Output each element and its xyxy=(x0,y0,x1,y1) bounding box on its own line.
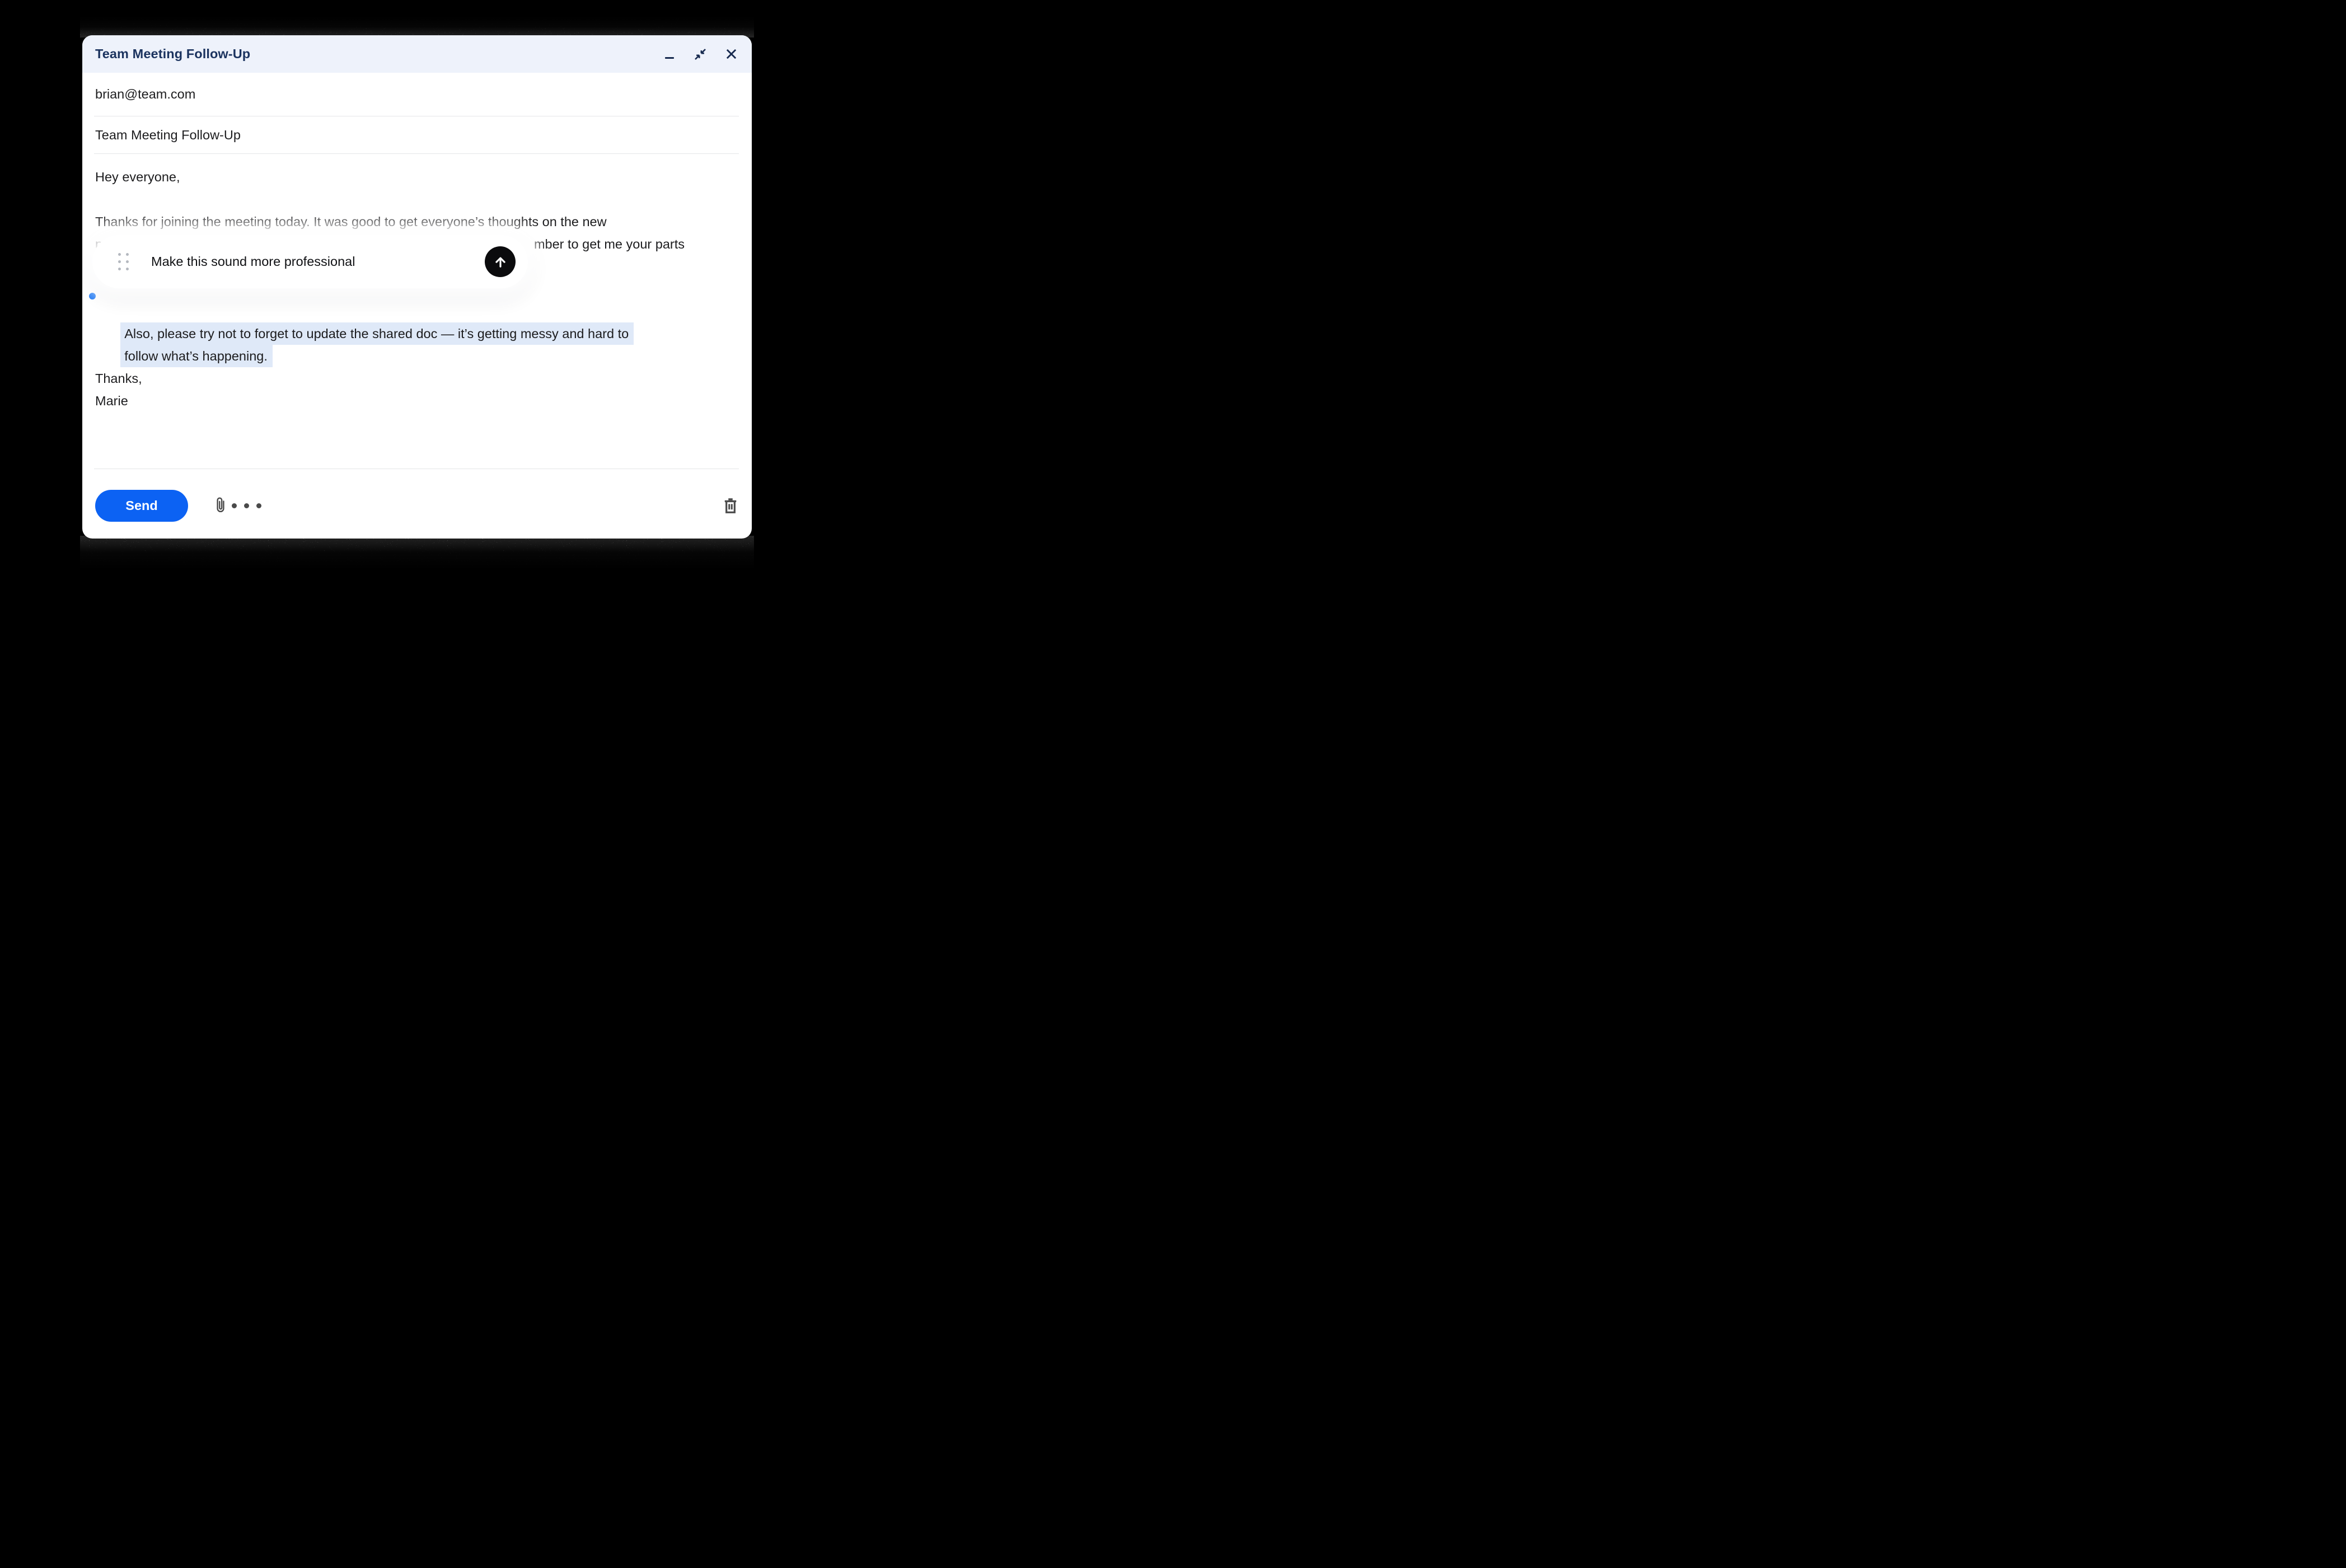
window-title: Team Meeting Follow-Up xyxy=(95,46,250,62)
occluded-line-end: mber to get me your parts xyxy=(534,233,685,255)
paperclip-icon xyxy=(213,495,228,516)
ellipsis-icon xyxy=(232,503,261,508)
send-button[interactable]: Send xyxy=(95,490,188,522)
trash-icon xyxy=(723,496,738,515)
more-button[interactable] xyxy=(229,499,264,512)
attach-button[interactable] xyxy=(211,494,230,517)
subject-field[interactable]: Team Meeting Follow-Up xyxy=(94,116,739,154)
body-line: Marie xyxy=(95,390,685,412)
ai-prompt-text[interactable]: Make this sound more professional xyxy=(151,254,355,269)
window-controls xyxy=(663,48,737,60)
minimize-button[interactable] xyxy=(663,48,676,60)
selection-handle[interactable] xyxy=(89,293,96,299)
drag-handle-icon[interactable] xyxy=(118,253,129,270)
canvas: Team Meeting Follow-Up brian@team. xyxy=(0,0,878,587)
ai-prompt-bar[interactable]: Make this sound more professional xyxy=(92,235,528,288)
titlebar: Team Meeting Follow-Up xyxy=(82,35,752,73)
subject-value: Team Meeting Follow-Up xyxy=(95,128,241,143)
message-body[interactable]: Hey everyone, Thanks for joining the mee… xyxy=(95,166,685,412)
selected-text[interactable]: follow what’s happening. xyxy=(120,345,273,367)
noise-texture-bottom xyxy=(80,536,754,569)
body-line: Thanks for joining the meeting today. It… xyxy=(95,210,685,233)
to-value: brian@team.com xyxy=(95,87,195,102)
selected-text[interactable]: Also, please try not to forget to update… xyxy=(120,322,634,345)
to-field[interactable]: brian@team.com xyxy=(94,73,739,116)
minimize-icon xyxy=(665,57,674,59)
arrow-up-icon xyxy=(493,254,508,270)
body-line xyxy=(95,188,685,210)
close-button[interactable] xyxy=(725,48,737,60)
collapse-icon xyxy=(694,48,706,60)
ai-submit-button[interactable] xyxy=(485,246,516,277)
body-line: Also, please try not to forget to update… xyxy=(95,300,685,322)
compose-window: Team Meeting Follow-Up brian@team. xyxy=(82,35,752,539)
body-line: Hey everyone, xyxy=(95,166,685,188)
body-line: Thanks, xyxy=(95,367,685,390)
delete-button[interactable] xyxy=(721,494,740,517)
noise-texture-top xyxy=(80,17,754,38)
collapse-button[interactable] xyxy=(694,48,706,60)
close-icon xyxy=(725,48,737,60)
